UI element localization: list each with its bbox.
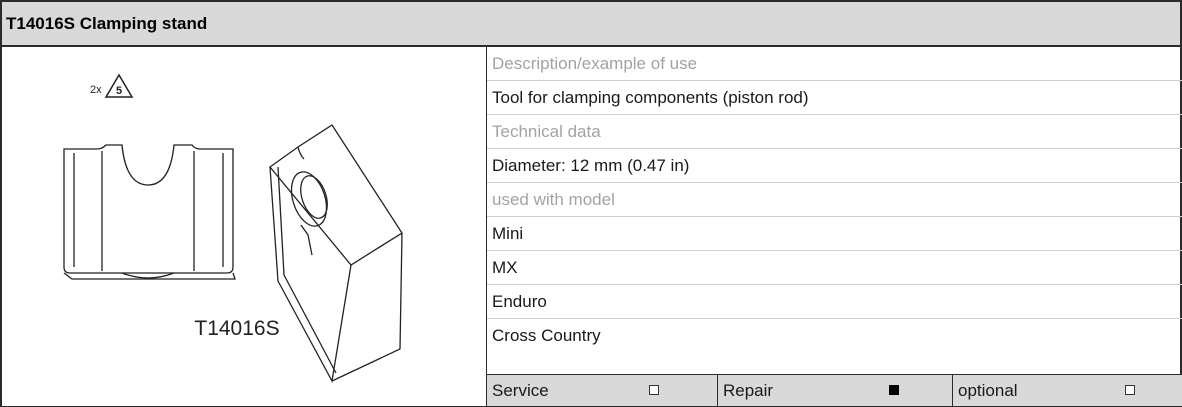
- models-label: used with model: [487, 183, 1182, 217]
- option-label: Service: [492, 380, 549, 400]
- model-item: Cross Country: [492, 326, 601, 345]
- option-optional[interactable]: optional: [953, 375, 1182, 406]
- option-repair[interactable]: Repair: [718, 375, 953, 406]
- tool-body: 2x 5 T14016S Description/example of use …: [0, 47, 1182, 407]
- option-label: optional: [958, 380, 1018, 400]
- technical-data-value: Diameter: 12 mm (0.47 in): [487, 149, 1182, 183]
- left-jaw-block: [63, 144, 236, 280]
- tool-sheet: T14016S Clamping stand 2x 5 T14016S Desc…: [0, 0, 1182, 407]
- badge-number: 5: [116, 85, 122, 97]
- model-item: Enduro: [487, 285, 1182, 319]
- tool-illustration-cell: 2x 5 T14016S: [2, 47, 487, 406]
- option-label: Repair: [723, 380, 774, 400]
- optional-checkbox[interactable]: [1125, 385, 1135, 395]
- technical-data-label: Technical data: [487, 115, 1182, 149]
- quantity-text: 2x: [90, 84, 102, 96]
- tool-title: T14016S Clamping stand: [0, 0, 1182, 47]
- description-value: Tool for clamping components (piston rod…: [487, 81, 1182, 115]
- description-label: Description/example of use: [487, 47, 1182, 81]
- clamping-jaws-illustration: 2x 5 T14016S: [63, 73, 403, 383]
- details-column: Description/example of use Tool for clam…: [487, 47, 1182, 406]
- model-item: Mini: [487, 217, 1182, 251]
- option-service[interactable]: Service: [487, 375, 718, 406]
- figure-caption: T14016S: [194, 317, 279, 340]
- model-item: MX: [487, 251, 1182, 285]
- service-checkbox[interactable]: [649, 385, 659, 395]
- right-jaw-block: [269, 124, 403, 383]
- usage-options-row: Service Repair optional: [487, 374, 1182, 406]
- repair-checkbox[interactable]: [889, 385, 899, 395]
